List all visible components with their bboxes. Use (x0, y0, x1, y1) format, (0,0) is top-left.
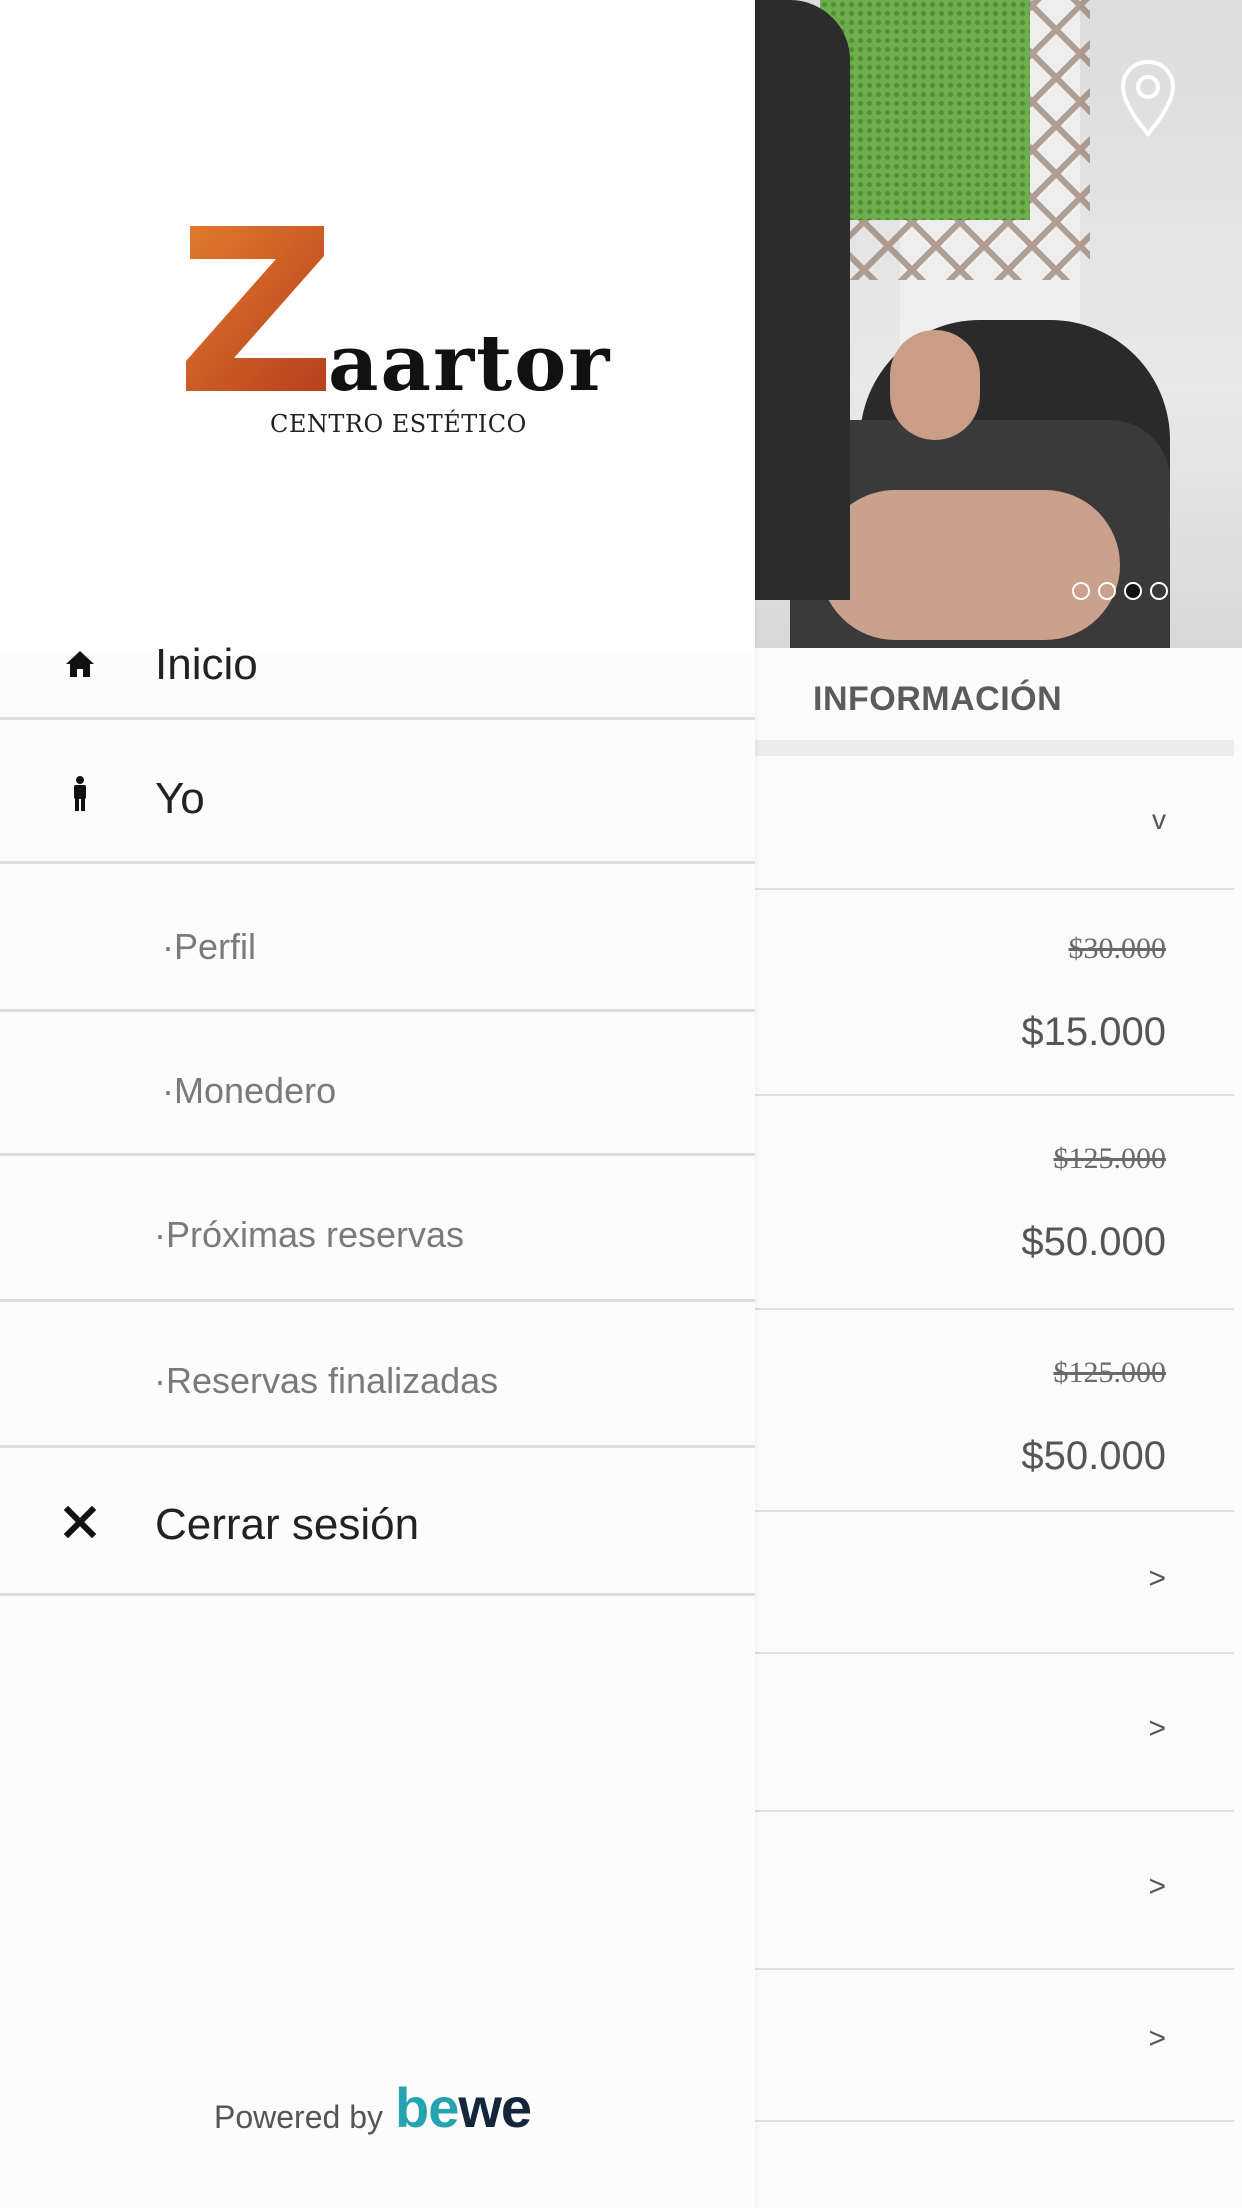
price: $15.000 (1021, 1010, 1166, 1054)
submenu-label: ·Reservas finalizadas (154, 1360, 499, 1401)
submenu-label: ·Próximas reservas (154, 1214, 465, 1255)
nav-row[interactable]: > (754, 1970, 1234, 2122)
price: $50.000 (1021, 1434, 1166, 1478)
nav-row[interactable]: > (754, 1512, 1234, 1654)
carousel-indicators[interactable] (1072, 582, 1168, 600)
side-drawer: aartor CENTRO ESTÉTICO Inicio Yo ·Perfil… (0, 0, 755, 2208)
carousel-dot[interactable] (1098, 582, 1116, 600)
menu-subitem-monedero[interactable]: ·Monedero (0, 1012, 755, 1156)
information-tab[interactable]: INFORMACIÓN (813, 680, 1062, 719)
carousel-dot[interactable] (1150, 582, 1168, 600)
menu-subitem-proximas-reservas[interactable]: ·Próximas reservas (0, 1156, 755, 1302)
menu-item-inicio[interactable]: Inicio (0, 610, 755, 720)
menu-item-yo[interactable]: Yo (0, 720, 755, 864)
carousel-dot[interactable] (1072, 582, 1090, 600)
chevron-right-icon[interactable]: > (1148, 1870, 1166, 1904)
powered-by: Powered by bewe (214, 2076, 532, 2139)
menu-subitem-reservas-finalizadas[interactable]: ·Reservas finalizadas (0, 1302, 755, 1448)
menu-item-label: Inicio (155, 640, 258, 689)
menu-item-label: Cerrar sesión (155, 1500, 420, 1549)
carousel-dot-active[interactable] (1124, 582, 1142, 600)
logo-area: aartor CENTRO ESTÉTICO (0, 0, 755, 650)
close-icon (62, 1504, 98, 1540)
old-price: $30.000 (1068, 932, 1167, 965)
logo-z-mark (186, 226, 326, 391)
powered-by-text: Powered by (214, 2099, 383, 2135)
price: $50.000 (1021, 1220, 1166, 1264)
person-icon (62, 776, 98, 812)
service-row[interactable]: $125.000 $50.000 (754, 1096, 1234, 1310)
dropdown-row[interactable]: v (754, 756, 1234, 890)
logo-wordmark: aartor (328, 318, 612, 409)
submenu-label: ·Monedero (162, 1070, 337, 1111)
location-pin-icon[interactable] (1118, 58, 1178, 138)
chevron-right-icon[interactable]: > (1148, 1712, 1166, 1746)
divider (754, 740, 1234, 756)
nav-row[interactable]: > (754, 1654, 1234, 1812)
menu-item-logout[interactable]: Cerrar sesión (0, 1448, 755, 1596)
service-row[interactable]: $30.000 $15.000 (754, 890, 1234, 1096)
logo-subtitle: CENTRO ESTÉTICO (270, 410, 527, 438)
service-row[interactable]: $125.000 $50.000 (754, 1310, 1234, 1512)
old-price: $125.000 (1053, 1142, 1167, 1175)
chevron-right-icon[interactable]: > (1148, 1562, 1166, 1596)
home-icon (62, 646, 98, 682)
nav-row[interactable]: > (754, 1812, 1234, 1970)
old-price: $125.000 (1053, 1356, 1167, 1389)
chevron-down-icon[interactable]: v (1152, 804, 1166, 836)
bewe-logo: bewe (394, 2076, 532, 2139)
submenu-label: ·Perfil (162, 926, 257, 967)
chevron-right-icon[interactable]: > (1148, 2022, 1166, 2056)
menu-subitem-perfil[interactable]: ·Perfil (0, 864, 755, 1012)
menu-item-label: Yo (155, 774, 205, 823)
